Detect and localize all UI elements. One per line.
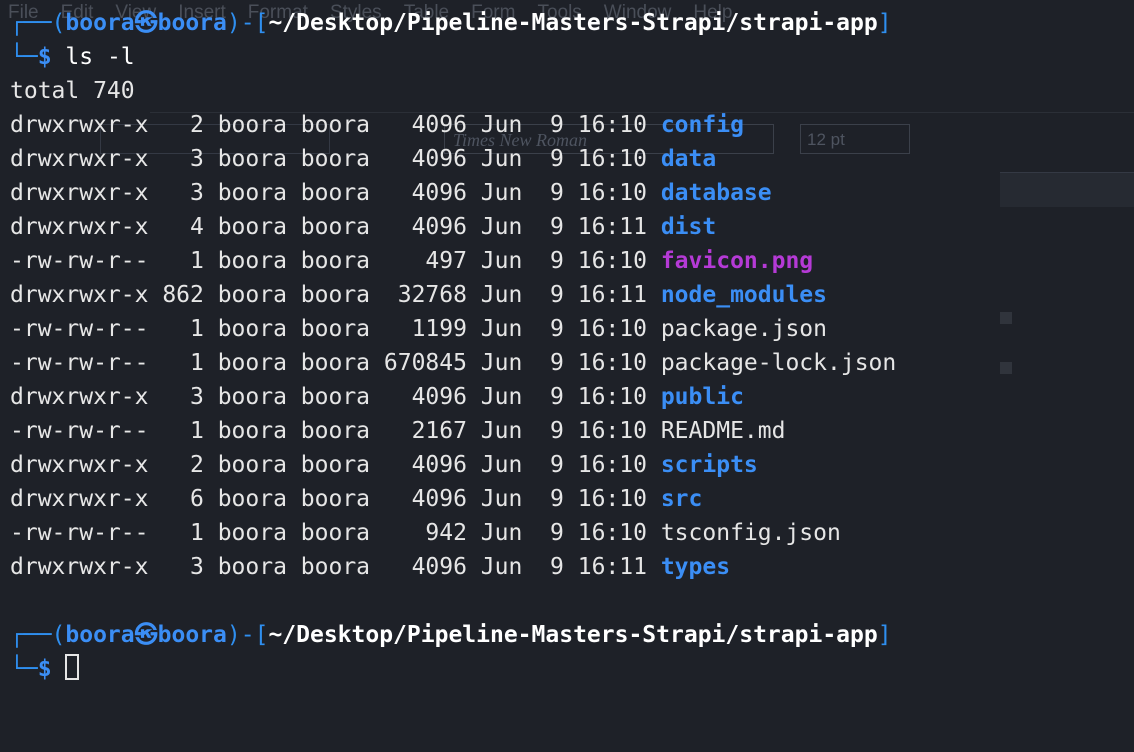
total-line: total 740 <box>10 78 135 104</box>
prompt-frame-mid: )-[ <box>226 10 269 36</box>
command-text: ls -l <box>65 44 135 70</box>
prompt-path: ~/Desktop/Pipeline-Masters-Strapi/strapi… <box>268 622 878 648</box>
prompt-frame-close: ] <box>877 622 892 648</box>
entry-name-dir: config <box>660 112 744 138</box>
entry-name-file: package.json <box>660 316 827 342</box>
prompt-prefix: └─ <box>10 656 38 682</box>
prompt-dollar: $ <box>37 44 52 70</box>
text-cursor[interactable] <box>65 654 80 680</box>
entry-meta: -rw-rw-r-- 1 boora boora 1199 Jun 9 16:1… <box>10 316 661 342</box>
entry-meta: -rw-rw-r-- 1 boora boora 2167 Jun 9 16:1… <box>10 418 661 444</box>
prompt-line: ┌──(boora㉿boora)-[~/Desktop/Pipeline-Mas… <box>10 6 1134 40</box>
prompt-dollar: $ <box>37 656 52 682</box>
listing-row: drwxrwxr-x 4 boora boora 4096 Jun 9 16:1… <box>10 210 1134 244</box>
entry-name-dir: node_modules <box>660 282 827 308</box>
entry-meta: drwxrwxr-x 6 boora boora 4096 Jun 9 16:1… <box>10 486 661 512</box>
listing-row: drwxrwxr-x 3 boora boora 4096 Jun 9 16:1… <box>10 176 1134 210</box>
command-line: └─$ ls -l <box>10 40 1134 74</box>
listing-row: -rw-rw-r-- 1 boora boora 942 Jun 9 16:10… <box>10 516 1134 550</box>
prompt-prefix: └─ <box>10 44 38 70</box>
listing-row: drwxrwxr-x 2 boora boora 4096 Jun 9 16:1… <box>10 108 1134 142</box>
listing-row: -rw-rw-r-- 1 boora boora 2167 Jun 9 16:1… <box>10 414 1134 448</box>
entry-meta: drwxrwxr-x 862 boora boora 32768 Jun 9 1… <box>10 282 661 308</box>
listing-row: drwxrwxr-x 3 boora boora 4096 Jun 9 16:1… <box>10 550 1134 584</box>
entry-meta: -rw-rw-r-- 1 boora boora 497 Jun 9 16:10 <box>10 248 661 274</box>
prompt-host: boora <box>157 622 227 648</box>
prompt-frame-open: ┌──( <box>10 10 66 36</box>
entry-meta: drwxrwxr-x 3 boora boora 4096 Jun 9 16:1… <box>10 180 661 206</box>
entry-name-dir: dist <box>660 214 717 240</box>
prompt-host: boora <box>157 10 227 36</box>
entry-name-dir: scripts <box>660 452 758 478</box>
prompt-frame-open: ┌──( <box>10 622 66 648</box>
entry-name-file: README.md <box>660 418 786 444</box>
entry-meta: drwxrwxr-x 3 boora boora 4096 Jun 9 16:1… <box>10 146 661 172</box>
entry-name-dir: types <box>660 554 731 580</box>
prompt-line: ┌──(boora㉿boora)-[~/Desktop/Pipeline-Mas… <box>10 618 1134 652</box>
terminal-window[interactable]: ┌──(boora㉿boora)-[~/Desktop/Pipeline-Mas… <box>0 0 1134 752</box>
entry-meta: drwxrwxr-x 2 boora boora 4096 Jun 9 16:1… <box>10 452 661 478</box>
listing-row: drwxrwxr-x 3 boora boora 4096 Jun 9 16:1… <box>10 380 1134 414</box>
entry-meta: drwxrwxr-x 3 boora boora 4096 Jun 9 16:1… <box>10 554 661 580</box>
prompt-frame-close: ] <box>877 10 892 36</box>
entry-name-dir: data <box>660 146 717 172</box>
entry-meta: drwxrwxr-x 4 boora boora 4096 Jun 9 16:1… <box>10 214 661 240</box>
prompt-at-symbol: ㉿ <box>134 10 158 36</box>
listing-row: -rw-rw-r-- 1 boora boora 497 Jun 9 16:10… <box>10 244 1134 278</box>
listing: drwxrwxr-x 2 boora boora 4096 Jun 9 16:1… <box>10 108 1134 584</box>
entry-name-dir: src <box>660 486 703 512</box>
listing-row: drwxrwxr-x 3 boora boora 4096 Jun 9 16:1… <box>10 142 1134 176</box>
listing-row: drwxrwxr-x 2 boora boora 4096 Jun 9 16:1… <box>10 448 1134 482</box>
prompt-user: boora <box>65 622 135 648</box>
entry-name-file: package-lock.json <box>660 350 897 376</box>
listing-row: drwxrwxr-x 6 boora boora 4096 Jun 9 16:1… <box>10 482 1134 516</box>
entry-meta: -rw-rw-r-- 1 boora boora 942 Jun 9 16:10 <box>10 520 661 546</box>
prompt-user: boora <box>65 10 135 36</box>
prompt-path: ~/Desktop/Pipeline-Masters-Strapi/strapi… <box>268 10 878 36</box>
listing-row: drwxrwxr-x 862 boora boora 32768 Jun 9 1… <box>10 278 1134 312</box>
entry-name-image: favicon.png <box>660 248 814 274</box>
entry-name-dir: database <box>660 180 772 206</box>
listing-row: -rw-rw-r-- 1 boora boora 670845 Jun 9 16… <box>10 346 1134 380</box>
entry-name-dir: public <box>660 384 744 410</box>
entry-meta: drwxrwxr-x 3 boora boora 4096 Jun 9 16:1… <box>10 384 661 410</box>
entry-meta: drwxrwxr-x 2 boora boora 4096 Jun 9 16:1… <box>10 112 661 138</box>
prompt-at-symbol: ㉿ <box>134 622 158 648</box>
entry-meta: -rw-rw-r-- 1 boora boora 670845 Jun 9 16… <box>10 350 661 376</box>
entry-name-file: tsconfig.json <box>660 520 841 546</box>
listing-row: -rw-rw-r-- 1 boora boora 1199 Jun 9 16:1… <box>10 312 1134 346</box>
input-line[interactable]: └─$ <box>10 652 1134 686</box>
prompt-frame-mid: )-[ <box>226 622 269 648</box>
